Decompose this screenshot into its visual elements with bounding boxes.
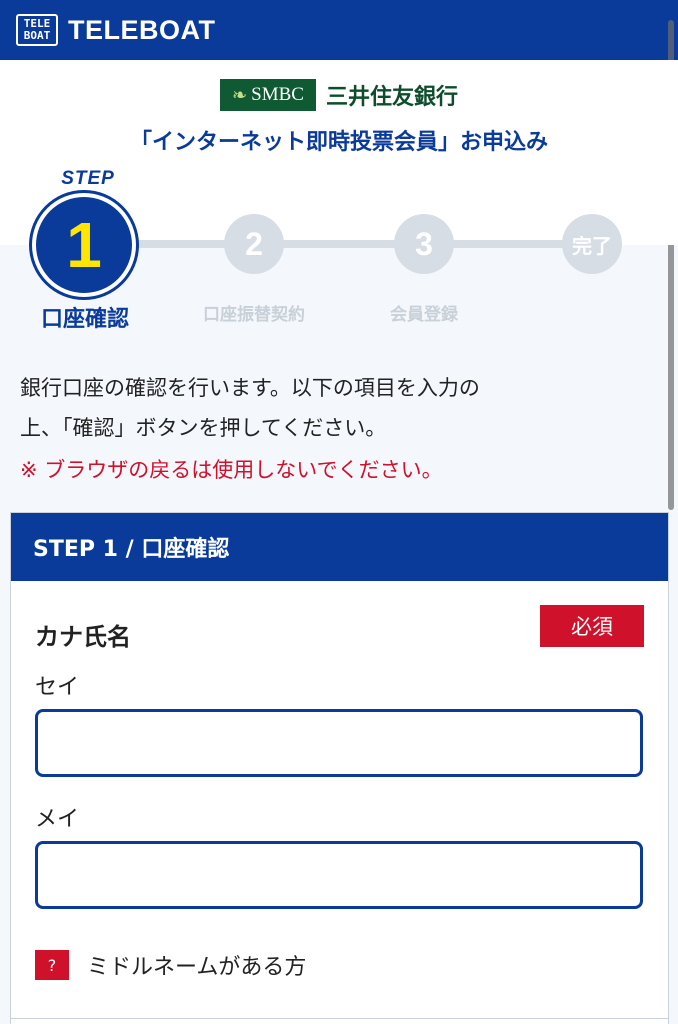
smbc-logo: ❧ SMBC: [219, 79, 316, 111]
required-badge: 必須: [540, 605, 644, 647]
sei-input[interactable]: [35, 709, 643, 777]
bank-name: 三井住友銀行: [325, 85, 458, 110]
kana-name-title: カナ氏名: [35, 623, 131, 651]
leaf-icon: ❧: [232, 84, 248, 105]
step-2-circle: 2: [224, 214, 284, 274]
step-2-label: 口座振替契約: [203, 305, 305, 325]
step-complete-circle: 完了: [562, 214, 622, 274]
instructions: 銀行口座の確認を行います。以下の項目を入力の 上、「確認」ボタンを押してください…: [20, 368, 660, 448]
step-word: STEP: [61, 168, 115, 189]
middle-name-toggle[interactable]: ミドルネームがある方: [87, 949, 306, 981]
mei-label: メイ: [35, 807, 80, 832]
instructions-line-1: 銀行口座の確認を行います。以下の項目を入力の: [20, 376, 480, 400]
step-1-label: 口座確認: [40, 307, 129, 332]
step-connector-1-2: [130, 240, 230, 248]
step-3-label: 会員登録: [390, 305, 458, 325]
bank-row: ❧ SMBC 三井住友銀行: [0, 78, 678, 112]
teleboat-logo[interactable]: TELE BOAT: [16, 14, 58, 46]
form-card: STEP 1 / 口座確認 カナ氏名 必須 セイ メイ ? ミドルネームがある方: [10, 512, 669, 1024]
top-header-bar: TELE BOAT TELEBOAT: [0, 0, 678, 60]
instructions-line-2: 上、「確認」ボタンを押してください。: [20, 416, 387, 440]
page-title: 「インターネット即時投票会員」お申込み: [129, 130, 548, 155]
brand-name[interactable]: TELEBOAT: [68, 15, 216, 46]
question-icon[interactable]: ?: [35, 950, 69, 980]
form-section-header: STEP 1 / 口座確認: [11, 513, 668, 581]
smbc-badge-text: SMBC: [251, 84, 304, 105]
mei-input[interactable]: [35, 841, 643, 909]
sei-label: セイ: [35, 675, 80, 700]
step-connector-2-3: [282, 240, 400, 248]
step-connector-3-done: [452, 240, 564, 248]
divider: [11, 1018, 668, 1019]
step-3-circle: 3: [394, 214, 454, 274]
logo-line-2: BOAT: [23, 29, 51, 42]
step-1-circle: 1: [32, 193, 136, 297]
back-button-warning: ※ ブラウザの戻るは使用しないでください。: [20, 458, 443, 482]
